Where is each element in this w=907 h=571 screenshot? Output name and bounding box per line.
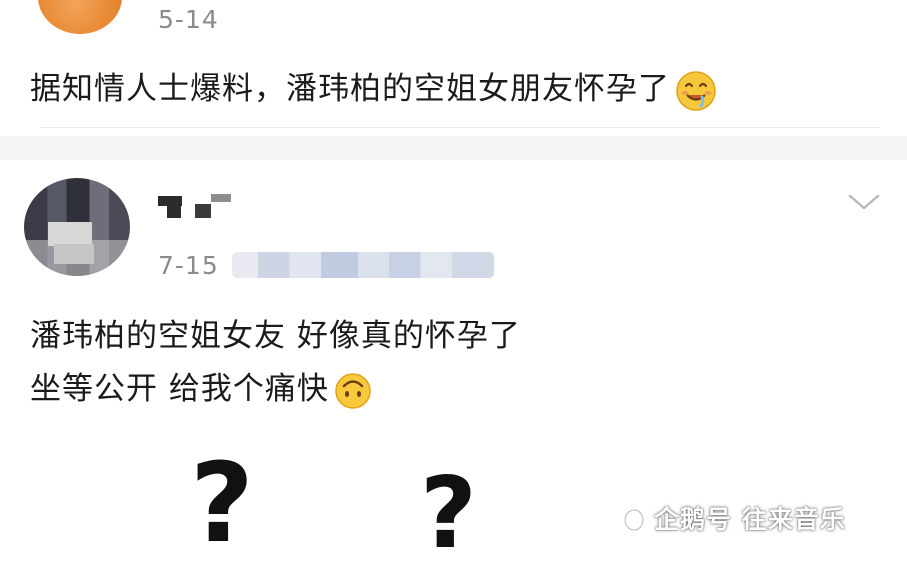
drooling-face-icon [676, 70, 716, 111]
divider [40, 127, 880, 128]
watermark-text: 企鹅号 往来音乐 [654, 505, 846, 534]
post-text-line2: 坐等公开 给我个痛快 [30, 363, 373, 411]
avatar[interactable] [24, 178, 130, 276]
post-text-content: 据知情人士爆料，潘玮柏的空姐女朋友怀孕了 [30, 71, 670, 107]
question-mark: ? [190, 439, 254, 567]
avatar[interactable] [38, 0, 122, 34]
post-date: 7-15 [158, 251, 219, 280]
question-mark: ? [420, 457, 477, 571]
username-blurred[interactable] [155, 190, 235, 222]
post-text: 据知情人士爆料，潘玮柏的空姐女朋友怀孕了 [30, 63, 718, 113]
post-separator [0, 136, 907, 160]
post-text-line1: 潘玮柏的空姐女友 好像真的怀孕了 [30, 318, 521, 354]
post-date: 5-14 [158, 5, 219, 34]
upside-down-face-icon [335, 372, 371, 409]
chevron-down-icon[interactable] [847, 190, 881, 214]
penguin-logo-icon [623, 506, 645, 532]
watermark: 企鹅号 往来音乐 [620, 500, 846, 536]
post-text-content: 坐等公开 给我个痛快 [30, 371, 329, 407]
post-source-blurred [232, 252, 494, 278]
